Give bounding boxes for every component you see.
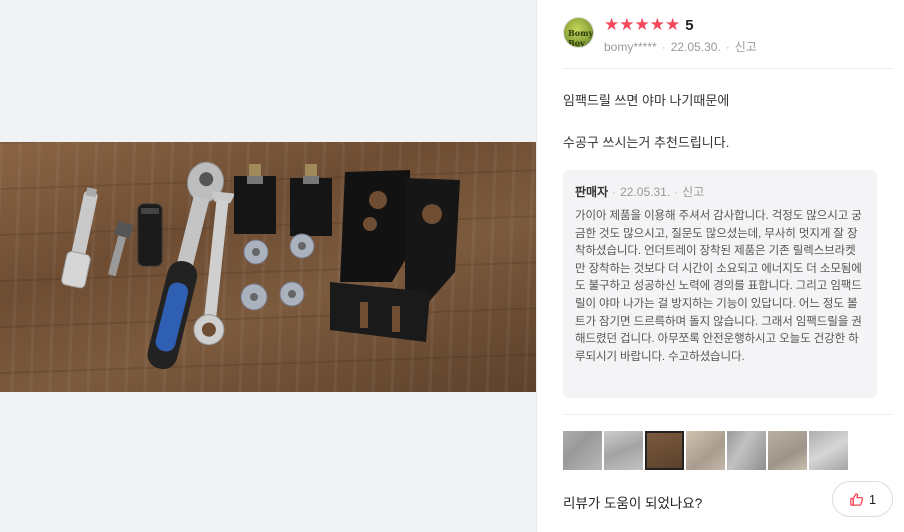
rating-stars: ★★★★★ — [604, 15, 681, 35]
photo-thumbnails — [563, 431, 848, 470]
tools-illustration — [61, 161, 460, 370]
review-body: 임팩드릴 쓰면 야마 나기때문에 수공구 쓰시는거 추천드립니다. — [563, 92, 883, 152]
star-rating: ★★★★★ 5 — [604, 16, 694, 34]
seller-label: 판매자 — [575, 185, 609, 199]
thumbnail[interactable] — [604, 431, 643, 470]
review-text-line2: 수공구 쓰시는거 추천드립니다. — [563, 135, 730, 150]
review-panel: Bomy Boy ★★★★★ 5 bomy***** · 22.05.30. · 신고 … — [536, 0, 904, 532]
seller-reply-text: 가이아 제품을 이용해 주셔서 감사합니다. 걱정도 많으시고 궁금한 것도 많… — [575, 210, 862, 363]
thumbnail-active[interactable] — [645, 431, 684, 470]
seller-reply-date: 22.05.31. — [620, 185, 671, 199]
thumbnail[interactable] — [563, 431, 602, 470]
thumbnail[interactable] — [686, 431, 725, 470]
report-link[interactable]: 신고 — [735, 40, 757, 54]
thumbnail[interactable] — [809, 431, 848, 470]
divider — [563, 414, 893, 415]
like-count: 1 — [868, 491, 877, 507]
avatar: Bomy Boy — [563, 17, 594, 48]
seller-report-link[interactable]: 신고 — [682, 185, 704, 199]
review-text-line1: 임팩드릴 쓰면 야마 나기때문에 — [563, 93, 730, 108]
review-photo[interactable] — [0, 142, 536, 392]
thumbs-up-icon — [850, 492, 864, 506]
like-button[interactable]: 1 — [832, 481, 893, 517]
rating-score: 5 — [685, 16, 694, 34]
seller-reply: 판매자 · 22.05.31. · 신고 가이아 제품을 이용해 주셔서 감사합니다. … — [563, 170, 877, 398]
review-meta: bomy***** · 22.05.30. · 신고 — [604, 40, 757, 54]
seller-reply-header: 판매자 · 22.05.31. · 신고 — [575, 185, 705, 199]
thumbnail[interactable] — [768, 431, 807, 470]
thumbnail[interactable] — [727, 431, 766, 470]
helpful-question: 리뷰가 도움이 되었나요? — [563, 496, 703, 511]
avatar-text: Bomy Boy — [568, 28, 594, 48]
review-author: bomy***** — [604, 40, 657, 54]
review-date: 22.05.30. — [670, 40, 721, 54]
photo-viewer — [0, 0, 536, 532]
review-header: Bomy Boy ★★★★★ 5 bomy***** · 22.05.30. · 신고 — [563, 14, 893, 69]
